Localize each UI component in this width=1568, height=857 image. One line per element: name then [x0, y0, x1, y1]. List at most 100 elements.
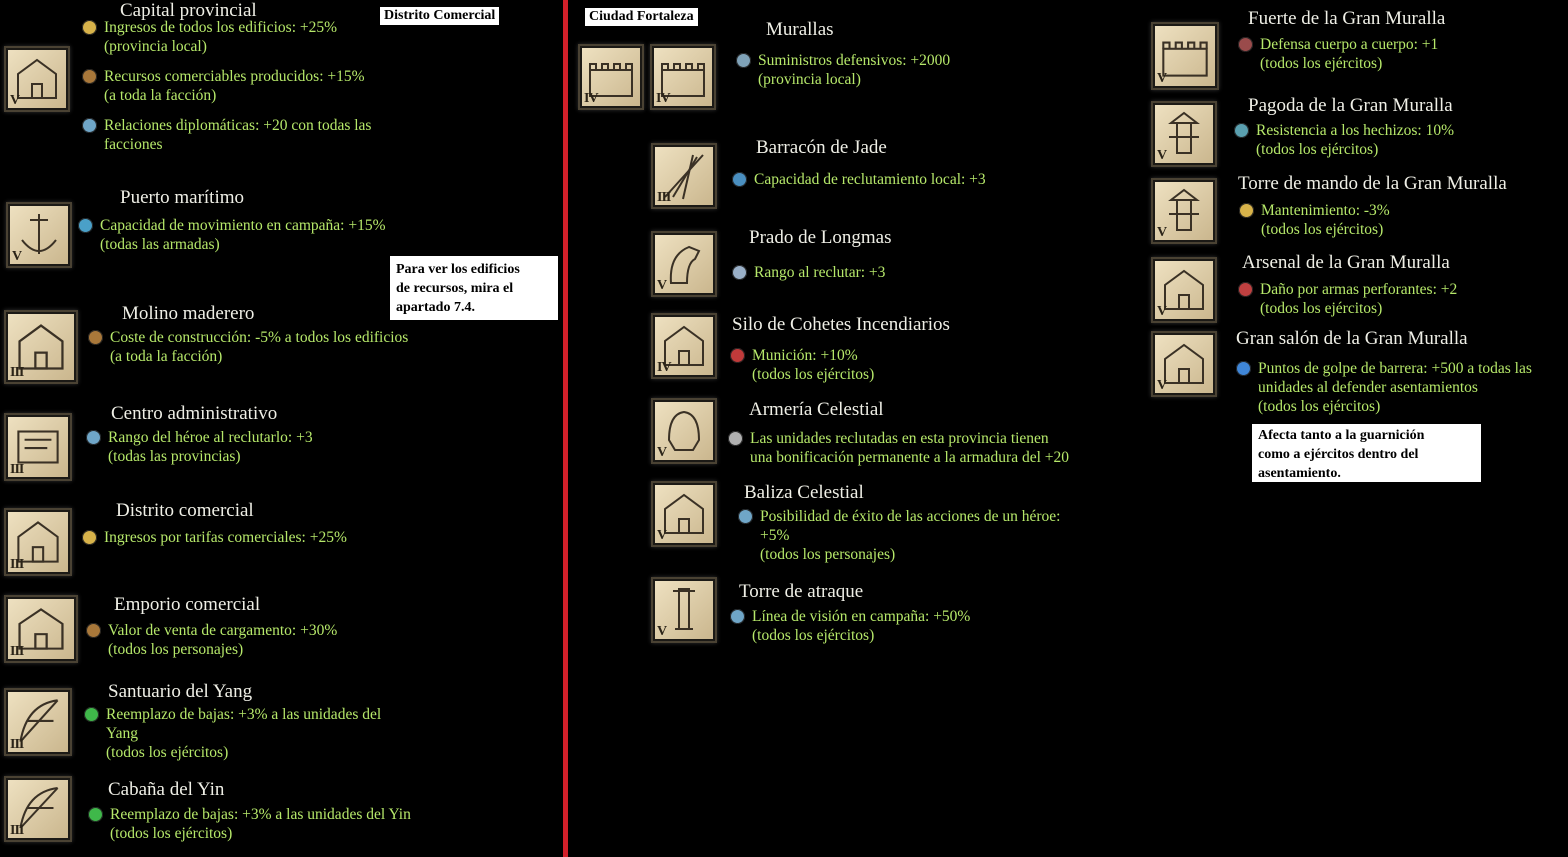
effect-line: (todos los ejércitos): [1260, 300, 1383, 317]
tier-label: III: [10, 557, 24, 572]
effect-text: Coste de construcción: -5% a todos los e…: [110, 328, 408, 366]
effect-line: Munición: +10%: [752, 347, 858, 364]
building-card[interactable]: V: [651, 481, 717, 547]
building-title: Arsenal de la Gran Muralla: [1242, 252, 1450, 273]
building-card[interactable]: V: [1151, 101, 1217, 167]
effect-text: Las unidades reclutadas en esta provinci…: [750, 429, 1069, 467]
building-card[interactable]: III: [4, 310, 78, 384]
effect-line: (todos los ejércitos): [1261, 221, 1384, 238]
effect-text: Reemplazo de bajas: +3% a las unidades d…: [106, 705, 381, 762]
tier-label: IV: [657, 360, 672, 375]
effect-text: Capacidad de movimiento en campaña: +15%…: [100, 216, 386, 254]
effect-line: Puntos de golpe de barrera: +500 a todas…: [1258, 360, 1532, 377]
recruit-icon: [732, 172, 747, 187]
effect-line: Rango al reclutar: +3: [754, 264, 886, 281]
section-label-ciudad: Ciudad Fortaleza: [585, 8, 698, 26]
note-line: como a ejércitos dentro del: [1258, 447, 1419, 462]
effect-text: Ingresos por tarifas comerciales: +25%: [104, 528, 347, 547]
building-card[interactable]: III: [4, 688, 72, 756]
tier-label: IV: [584, 91, 599, 106]
building-card[interactable]: V: [651, 398, 717, 464]
building-title: Prado de Longmas: [749, 227, 892, 248]
effect-text: Relaciones diplomáticas: +20 con todas l…: [104, 116, 371, 154]
effect-text: Mantenimiento: -3% (todos los ejércitos): [1261, 201, 1390, 239]
building-card[interactable]: V: [1151, 178, 1217, 244]
note-guarnicion: Afecta tanto a la guarnición como a ejér…: [1252, 424, 1481, 482]
building-card[interactable]: V: [6, 202, 72, 268]
building-card[interactable]: V: [1151, 331, 1217, 397]
quill-icon: [82, 118, 97, 133]
effect-text: Capacidad de reclutamiento local: +3: [754, 170, 986, 189]
effect-line: Defensa cuerpo a cuerpo: +1: [1260, 36, 1439, 53]
effect-line: Mantenimiento: -3%: [1261, 202, 1390, 219]
tier-label: V: [1157, 304, 1167, 319]
effect-line: Suministros defensivos: +2000: [758, 52, 951, 69]
effect-line: (todos los ejércitos): [752, 366, 875, 383]
tier-label: III: [10, 365, 24, 380]
building-card[interactable]: IV: [651, 313, 717, 379]
building-title: Cabaña del Yin: [108, 779, 225, 800]
effect-line: Valor de venta de cargamento: +30%: [108, 622, 338, 639]
coins-icon: [82, 530, 97, 545]
effect-line: Relaciones diplomáticas: +20 con todas l…: [104, 117, 372, 134]
building-card[interactable]: III: [4, 595, 78, 663]
building-title: Emporio comercial: [114, 594, 261, 615]
building-card[interactable]: V: [1151, 22, 1219, 90]
effect-line: (todos los ejércitos): [1258, 398, 1381, 415]
effect-line: Daño por armas perforantes: +2: [1260, 281, 1458, 298]
effect-line: (todos los ejércitos): [110, 825, 233, 842]
building-title: Baliza Celestial: [744, 482, 864, 503]
effect-line: (todos los ejércitos): [752, 627, 875, 644]
section-label-distrito: Distrito Comercial: [380, 7, 500, 25]
shield-icon: [1238, 37, 1253, 52]
effect-line: (a toda la facción): [104, 87, 217, 104]
effect-text: Posibilidad de éxito de las acciones de …: [760, 507, 1060, 564]
building-card[interactable]: III: [651, 143, 717, 209]
building-card[interactable]: III: [4, 508, 72, 576]
tier-label: III: [10, 823, 24, 838]
effect-line: Posibilidad de éxito de las acciones de …: [760, 508, 1061, 525]
chest-icon: [88, 330, 103, 345]
tier-label: IV: [656, 91, 671, 106]
building-title: Gran salón de la Gran Muralla: [1236, 328, 1468, 349]
barrier-icon: [1236, 361, 1251, 376]
tier-label: III: [10, 737, 24, 752]
effect-line: (todos los ejércitos): [1260, 55, 1383, 72]
note-line: Afecta tanto a la guarnición: [1258, 428, 1425, 443]
effect-line: (todas las provincias): [108, 448, 241, 465]
building-title: Santuario del Yang: [108, 681, 253, 702]
note-line: apartado 7.4.: [396, 300, 475, 315]
effect-text: Puntos de golpe de barrera: +500 a todas…: [1258, 359, 1532, 416]
building-card[interactable]: V: [651, 231, 717, 297]
effect-line: Yang: [106, 725, 139, 742]
building-card[interactable]: V: [4, 46, 70, 112]
effect-text: Valor de venta de cargamento: +30% (todos…: [108, 621, 337, 659]
rank-icon: [732, 265, 747, 280]
building-card[interactable]: V: [1151, 257, 1217, 323]
building-title: Pagoda de la Gran Muralla: [1248, 95, 1453, 116]
cross-icon: [88, 807, 103, 822]
coins-icon: [82, 20, 97, 35]
building-title: Murallas: [766, 19, 834, 40]
effect-line: Ingresos de todos los edificios: +25%: [104, 19, 338, 36]
building-title: Torre de atraque: [739, 581, 864, 602]
tier-label: III: [10, 644, 24, 659]
effect-line: +5%: [760, 527, 790, 544]
building-card[interactable]: III: [4, 776, 72, 842]
effect-line: Las unidades reclutadas en esta provinci…: [750, 430, 1049, 447]
building-card[interactable]: IV: [578, 44, 644, 110]
effect-line: una bonificación permanente a la armadur…: [750, 449, 1070, 466]
coins-icon: [1239, 203, 1254, 218]
building-card[interactable]: III: [4, 413, 72, 481]
note-recursos: Para ver los edificios de recursos, mira…: [390, 256, 558, 320]
building-title: Torre de mando de la Gran Muralla: [1238, 173, 1507, 194]
effect-line: (todos los ejércitos): [1256, 141, 1379, 158]
chest-icon: [86, 623, 101, 638]
effect-line: Resistencia a los hechizos: 10%: [1256, 122, 1455, 139]
pierce-icon: [1238, 282, 1253, 297]
building-card[interactable]: V: [651, 577, 717, 643]
tier-label: V: [657, 624, 667, 639]
effect-line: (provincia local): [758, 71, 861, 88]
effect-line: (todas las armadas): [100, 236, 220, 253]
building-card[interactable]: IV: [650, 44, 716, 110]
